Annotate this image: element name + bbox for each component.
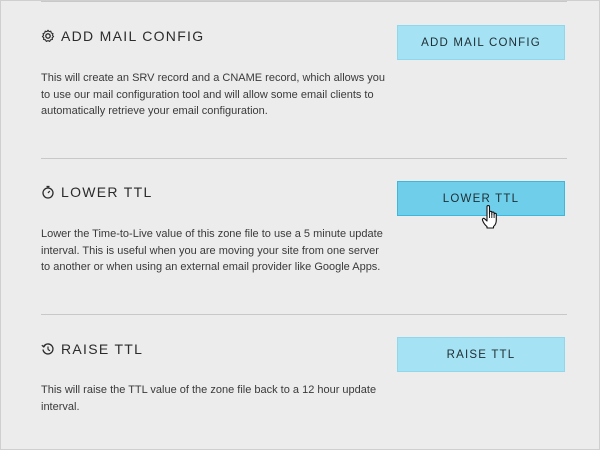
divider	[41, 1, 567, 2]
section-title-raise-ttl: RAISE TTL	[41, 341, 143, 357]
history-icon	[41, 342, 55, 356]
add-mail-config-button[interactable]: ADD MAIL CONFIG	[397, 25, 565, 60]
section-title-add-mail-config: ADD MAIL CONFIG	[41, 28, 204, 44]
section-title-label: RAISE TTL	[61, 341, 144, 357]
divider	[41, 314, 567, 315]
section-description: Lower the Time-to-Live value of this zon…	[41, 228, 383, 273]
raise-ttl-button[interactable]: RAISE TTL	[397, 337, 565, 372]
section-description: This will raise the TTL value of the zon…	[41, 384, 377, 413]
section-title-label: ADD MAIL CONFIG	[61, 28, 205, 44]
gear-icon	[41, 29, 55, 43]
divider	[41, 158, 567, 159]
hand-pointer-icon	[481, 204, 501, 230]
stopwatch-icon	[41, 185, 55, 199]
section-description: This will create an SRV record and a CNA…	[41, 72, 385, 117]
section-title-lower-ttl: LOWER TTL	[41, 184, 153, 200]
section-title-label: LOWER TTL	[61, 184, 153, 200]
dns-tools-panel: ADD MAIL CONFIG This will create an SRV …	[0, 0, 600, 450]
